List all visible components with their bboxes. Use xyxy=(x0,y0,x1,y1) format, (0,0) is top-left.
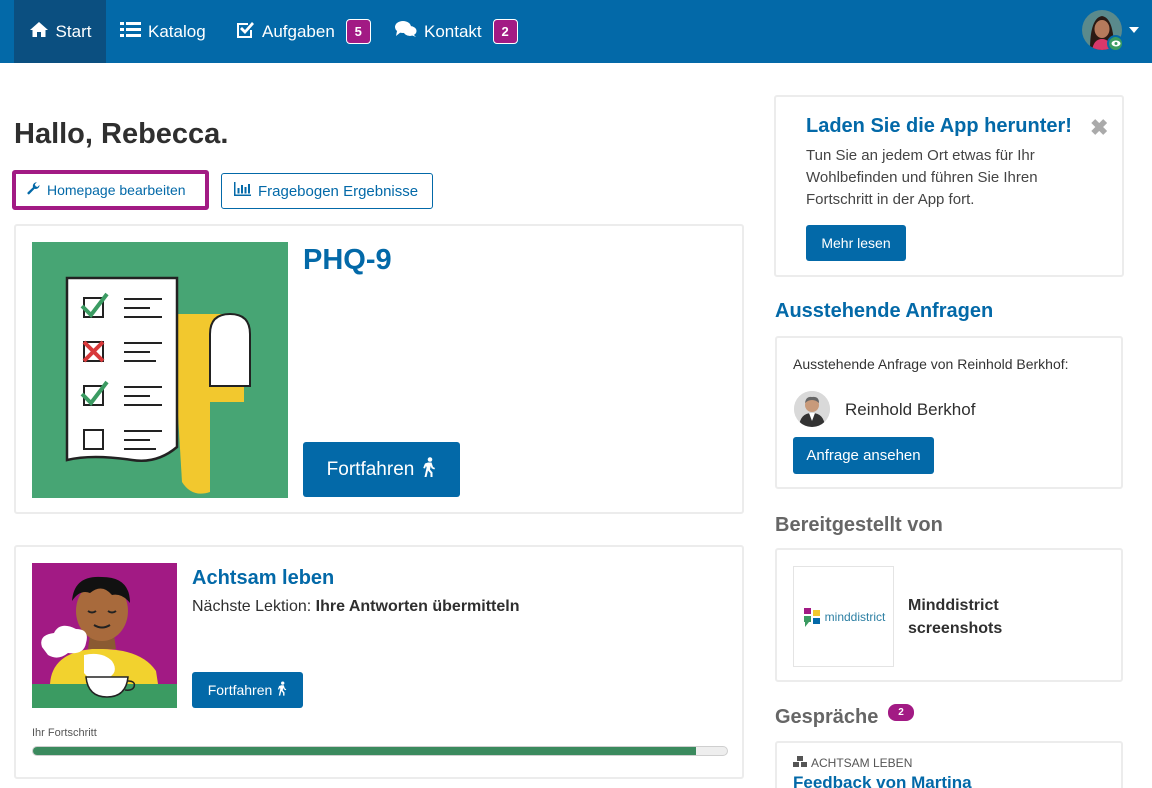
nav-label-kontakt: Kontakt xyxy=(424,21,482,41)
bar-chart-icon xyxy=(234,182,251,200)
phq9-title: PHQ-9 xyxy=(303,244,392,276)
conversations-count-badge: 2 xyxy=(888,704,914,721)
chevron-down-icon[interactable] xyxy=(1129,27,1139,33)
conversations-heading: Gespräche xyxy=(775,706,879,728)
provider-name-line2: screenshots xyxy=(908,620,1003,637)
app-download-title: Laden Sie die App herunter! xyxy=(806,115,1072,137)
user-menu[interactable] xyxy=(1082,10,1124,52)
contact-count-badge: 2 xyxy=(492,19,518,44)
cubes-icon xyxy=(793,756,807,770)
provider-logo: minddistrict xyxy=(793,566,894,667)
mindful-continue-label: Fortfahren xyxy=(207,682,273,698)
questionnaire-results-label: Fragebogen Ergebnisse xyxy=(258,182,419,200)
provider-logo-text: minddistrict xyxy=(824,609,886,624)
next-lesson-name: Ihre Antworten übermitteln xyxy=(315,598,520,615)
nav-label-katalog: Katalog xyxy=(148,21,206,41)
questionnaire-illustration xyxy=(32,242,288,498)
mindful-illustration xyxy=(32,563,177,708)
conversation-title[interactable]: Feedback von Martina xyxy=(793,773,972,788)
top-navigation: Start Katalog Aufgaben 5 Kontakt 2 xyxy=(0,0,1152,63)
comments-icon xyxy=(395,20,417,43)
read-more-button[interactable]: Mehr lesen xyxy=(806,225,906,261)
requester-avatar xyxy=(794,391,830,427)
phq9-card: PHQ-9 Fortfahren xyxy=(14,224,744,514)
read-more-label: Mehr lesen xyxy=(821,235,891,251)
edit-homepage-button[interactable]: Homepage bearbeiten xyxy=(12,170,209,210)
nav-label-aufgaben: Aufgaben xyxy=(262,21,335,41)
conversation-tag: Achtsam leben xyxy=(793,756,912,770)
close-icon[interactable]: ✖ xyxy=(1090,117,1108,139)
edit-homepage-label: Homepage bearbeiten xyxy=(47,182,186,198)
view-request-button[interactable]: Anfrage ansehen xyxy=(793,437,934,474)
pending-request-card: Ausstehende Anfrage von Reinhold Berkhof… xyxy=(775,336,1123,489)
provider-card: minddistrict Minddistrict screenshots xyxy=(775,548,1123,682)
provider-name-line1: Minddistrict xyxy=(908,597,999,614)
check-square-icon xyxy=(235,20,255,44)
walking-person-icon xyxy=(277,681,287,699)
questionnaire-results-button[interactable]: Fragebogen Ergebnisse xyxy=(221,173,433,209)
nav-item-katalog[interactable]: Katalog xyxy=(120,0,206,63)
app-download-card: Laden Sie die App herunter! ✖ Tun Sie an… xyxy=(774,95,1124,277)
nav-item-aufgaben[interactable]: Aufgaben 5 xyxy=(235,0,371,63)
conversation-item[interactable]: Achtsam leben Feedback von Martina xyxy=(775,741,1123,788)
mindful-continue-button[interactable]: Fortfahren xyxy=(192,672,303,708)
nav-item-kontakt[interactable]: Kontakt 2 xyxy=(395,0,518,63)
next-lesson-prefix: Nächste Lektion: xyxy=(192,598,312,615)
nav-item-start[interactable]: Start xyxy=(14,0,106,63)
home-icon xyxy=(29,21,49,43)
mindful-title: Achtsam leben xyxy=(192,567,335,589)
pending-request-text: Ausstehende Anfrage von Reinhold Berkhof… xyxy=(793,356,1069,372)
progress-bar-fill xyxy=(33,747,696,755)
pending-requests-heading: Ausstehende Anfragen xyxy=(775,300,994,322)
view-request-label: Anfrage ansehen xyxy=(806,447,921,464)
mindful-living-card: Achtsam leben Nächste Lektion: Ihre Antw… xyxy=(14,545,744,779)
conversation-tag-label: Achtsam leben xyxy=(811,756,913,770)
tasks-count-badge: 5 xyxy=(345,19,371,44)
app-download-text: Tun Sie an jedem Ort etwas für Ihr Wohlb… xyxy=(806,147,1038,208)
progress-bar xyxy=(32,746,728,756)
page-title: Hallo, Rebecca. xyxy=(14,118,229,150)
eye-icon xyxy=(1107,35,1124,52)
nav-label-start: Start xyxy=(55,21,92,41)
phq9-continue-button[interactable]: Fortfahren xyxy=(303,442,460,497)
provider-name: Minddistrict screenshots xyxy=(908,594,1002,640)
phq9-continue-label: Fortfahren xyxy=(326,458,415,480)
next-lesson-text: Nächste Lektion: Ihre Antworten übermitt… xyxy=(192,598,520,616)
wrench-icon xyxy=(27,182,40,198)
progress-label: Ihr Fortschritt xyxy=(32,727,97,739)
list-icon xyxy=(120,21,141,43)
minddistrict-logo-icon xyxy=(803,607,820,627)
walking-person-icon xyxy=(422,456,436,483)
requester-name: Reinhold Berkhof xyxy=(845,400,976,419)
provided-by-heading: Bereitgestellt von xyxy=(775,514,943,536)
